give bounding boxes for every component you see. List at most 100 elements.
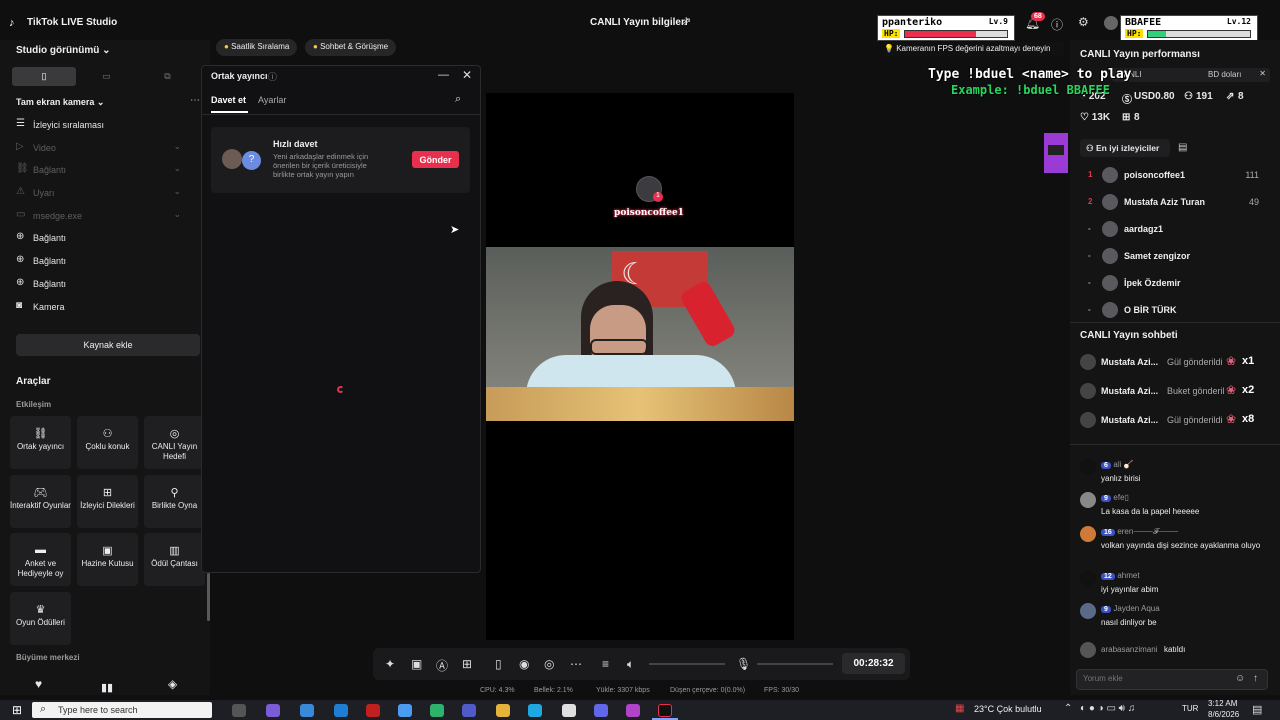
edge-icon[interactable] — [528, 704, 542, 717]
growth-icon-3[interactable]: ◈ — [168, 677, 177, 691]
more-icon[interactable]: ⋯ — [570, 657, 582, 671]
speaker-icon[interactable]: 🔈︎ — [627, 657, 634, 672]
gift-sender: Mustafa Azi... — [1101, 357, 1159, 367]
top-viewers-button[interactable]: ⚇ En iyi izleyiciler — [1080, 139, 1170, 157]
source-item[interactable]: ⊕ Bağlantı — [16, 254, 191, 272]
tool-tile[interactable]: ▣ Hazine Kutusu — [77, 533, 138, 586]
tool-tile[interactable]: ♛ Oyun Ödülleri — [10, 592, 71, 645]
record-icon[interactable]: ◉ — [519, 657, 529, 671]
multi-layout-button[interactable]: ⧉ — [137, 67, 198, 86]
comment-input[interactable] — [1083, 674, 1223, 683]
magic-icon[interactable]: ✦ — [385, 657, 395, 671]
source-item[interactable]: ⊕ Bağlantı — [16, 277, 191, 295]
add-media-icon[interactable]: ⊞ — [462, 657, 472, 671]
phone-icon[interactable]: ▯ — [495, 657, 502, 671]
mixer-icon[interactable]: ≡ — [602, 657, 609, 671]
viewer-row[interactable]: - Samet zengizor — [1080, 246, 1265, 268]
live-info-title[interactable]: CANLI Yayın bilgileri — [590, 17, 688, 28]
copilot-icon[interactable] — [266, 704, 280, 717]
app-icon[interactable] — [430, 704, 444, 717]
list-icon[interactable]: ▤ — [1178, 142, 1187, 153]
source-item[interactable]: ⛓ Bağlantı ⌄ — [16, 163, 191, 181]
source-item[interactable]: ⚠ Uyarı ⌄ — [16, 186, 191, 204]
tab-invite[interactable]: Davet et — [211, 95, 246, 105]
store-icon[interactable] — [300, 704, 314, 717]
close-icon[interactable]: ✕ — [462, 68, 472, 82]
windows-icon[interactable]: ⊞ — [12, 703, 22, 717]
clock-date[interactable]: 8/6/2026 — [1208, 710, 1239, 719]
tool-tile[interactable]: ⚲ Birlikte Oyna — [144, 475, 205, 528]
volume-slider[interactable] — [649, 663, 725, 665]
viewer-row[interactable]: 1 poisoncoffee1 111 — [1080, 165, 1265, 187]
close-icon[interactable]: ✕ — [1259, 69, 1266, 78]
avatar[interactable] — [1104, 16, 1118, 30]
edge-icon[interactable] — [334, 704, 348, 717]
help-icon[interactable]: ⓘ — [1051, 16, 1063, 33]
source-item[interactable]: ☰ İzleyici sıralaması — [16, 118, 191, 136]
chevron-down-icon[interactable]: ⌄ — [173, 186, 181, 197]
tool-tile[interactable]: ⛓ Ortak yayıncı — [10, 416, 71, 469]
app-icon[interactable] — [626, 704, 640, 717]
capture-icon[interactable]: ◎ — [544, 657, 554, 671]
chevron-down-icon[interactable]: ⌄ — [173, 209, 181, 220]
mic-slider[interactable] — [757, 663, 833, 665]
tool-tile[interactable]: ⚇ Çoklu konuk — [77, 416, 138, 469]
source-item[interactable]: ◙ Kamera — [16, 300, 191, 318]
tool-tile[interactable]: ▥ Ödül Çantası — [144, 533, 205, 586]
chrome-icon[interactable] — [562, 704, 576, 717]
viewer-row[interactable]: - O BİR TÜRK — [1080, 300, 1265, 322]
chevron-down-icon[interactable]: ⌄ — [173, 141, 181, 152]
app-icon[interactable] — [462, 704, 476, 717]
comment-box[interactable]: ☺ ↑ — [1076, 669, 1268, 690]
chevron-down-icon[interactable]: ⌄ — [173, 163, 181, 174]
ai-icon[interactable]: Ⓐ — [436, 657, 448, 674]
tab-settings[interactable]: Ayarlar — [258, 95, 286, 105]
tool-tile[interactable]: ⊞ İzleyici Dilekleri — [77, 475, 138, 528]
app-icon[interactable] — [398, 704, 412, 717]
tool-tile[interactable]: ▬ Anket ve Hediyeyle oy — [10, 533, 71, 586]
send-arrow-icon[interactable]: ↑ — [1253, 673, 1258, 684]
language-indicator[interactable]: TUR — [1182, 704, 1198, 713]
add-source-button[interactable]: Kaynak ekle — [16, 334, 200, 356]
effects-icon[interactable]: ▣ — [411, 657, 422, 671]
more-icon[interactable]: ⋯ — [190, 95, 200, 106]
tool-tile[interactable]: 🎮︎ İnteraktif Oyunlar — [10, 475, 71, 528]
hourly-ranking-chip[interactable]: ● Saatlik Sıralama — [216, 39, 298, 56]
app-icon[interactable] — [366, 704, 380, 717]
scene-selector[interactable]: Tam ekran kamera ⌄ — [16, 97, 104, 108]
viewer-row[interactable]: 2 Mustafa Aziz Turan 49 — [1080, 192, 1265, 214]
share-icon[interactable]: ⇗ — [682, 15, 691, 28]
viewer-row[interactable]: - aardagz1 — [1080, 219, 1265, 241]
tool-tile[interactable]: ◎ CANLI Yayın Hedefi — [144, 416, 205, 469]
notification-center-icon[interactable]: ▤ — [1252, 703, 1262, 716]
send-button[interactable]: Gönder — [412, 151, 459, 168]
search-icon[interactable]: ⌕ — [455, 93, 461, 106]
studio-view-title[interactable]: Studio görünümü ⌄ — [16, 45, 111, 56]
chevron-up-icon[interactable]: ⌃ — [1064, 703, 1072, 714]
folder-icon[interactable] — [496, 704, 510, 717]
viewer-rank: 2 — [1088, 197, 1093, 206]
search-box[interactable]: ⌕ Type here to search — [32, 702, 212, 718]
source-item[interactable]: ▷ Video ⌄ — [16, 141, 191, 159]
portrait-layout-button[interactable]: ▯ — [12, 67, 76, 86]
growth-icon-1[interactable]: ♥ — [35, 677, 42, 691]
discord-icon[interactable] — [594, 704, 608, 717]
landscape-layout-button[interactable]: ▭ — [76, 67, 137, 86]
emoji-icon[interactable]: ☺ — [1235, 673, 1245, 684]
minimize-icon[interactable]: — — [438, 69, 449, 81]
clock-time[interactable]: 3:12 AM — [1208, 699, 1237, 708]
tray-icons[interactable]: ◐ ● ◑ ▭ 🔊︎ ♫ — [1080, 703, 1135, 714]
weather-text[interactable]: 23°C Çok bulutlu — [974, 704, 1042, 714]
viewer-row[interactable]: - İpek Özdemir — [1080, 273, 1265, 295]
help-icon[interactable]: ⓘ — [268, 70, 277, 83]
source-item[interactable]: ⊕ Bağlantı — [16, 231, 191, 249]
task-view-icon[interactable] — [232, 704, 246, 717]
gear-icon[interactable]: ⚙ — [1078, 15, 1089, 29]
microphone-icon[interactable]: 🎙︎ — [736, 657, 751, 671]
tiktok-icon[interactable] — [658, 704, 672, 717]
instrument — [486, 387, 794, 421]
sidebar-scrollbar[interactable] — [207, 573, 210, 621]
source-item[interactable]: ▭ msedge.exe ⌄ — [16, 209, 191, 227]
chat-call-chip[interactable]: ● Sohbet & Görüşme — [305, 39, 397, 56]
growth-icon-2[interactable]: ▮▮ — [101, 681, 113, 694]
